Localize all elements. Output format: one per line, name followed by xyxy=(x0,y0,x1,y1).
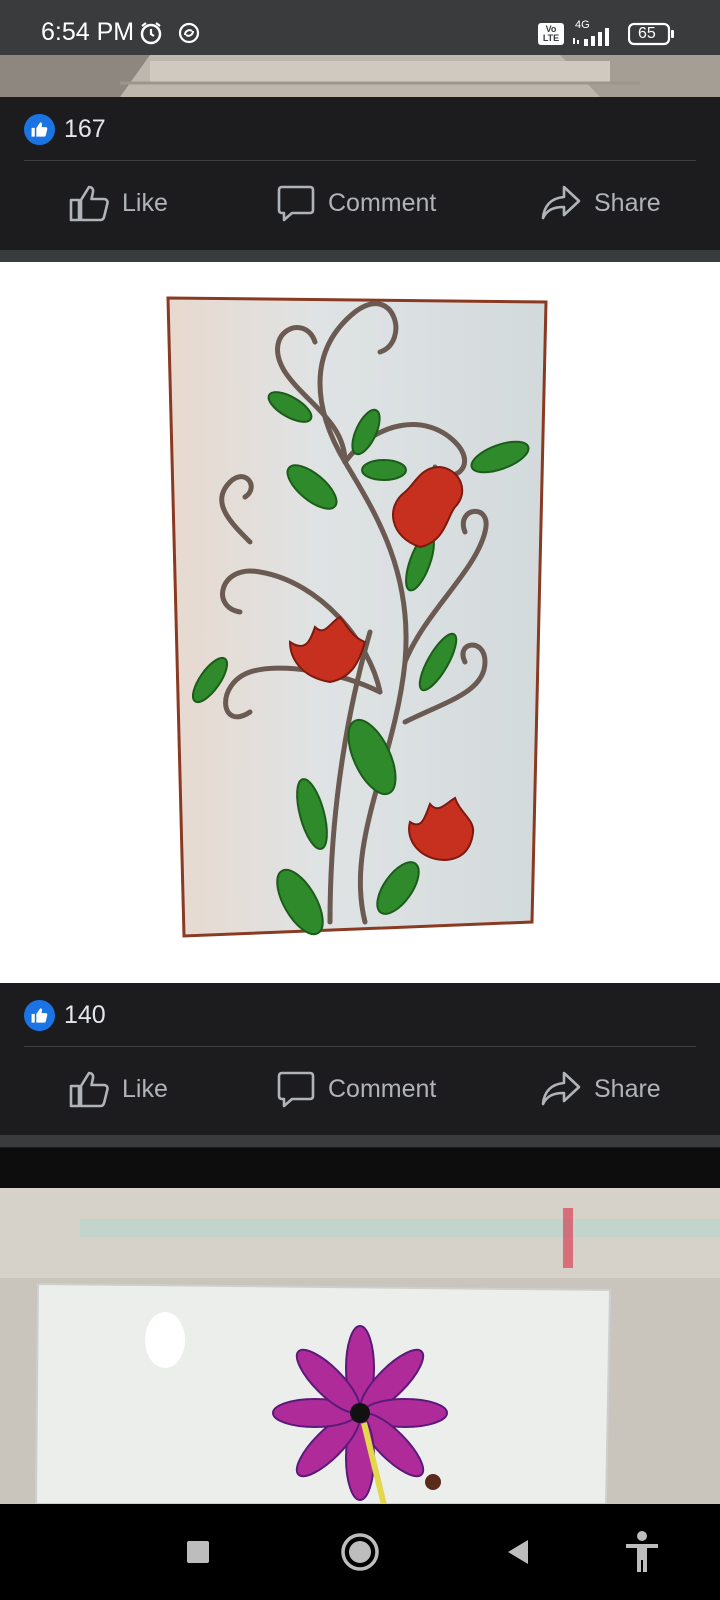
comment-button[interactable]: Comment xyxy=(276,183,436,223)
like-label: Like xyxy=(122,188,168,217)
reaction-count: 167 xyxy=(64,114,106,143)
post-separator xyxy=(0,1135,720,1147)
divider xyxy=(24,160,696,161)
share-label: Share xyxy=(594,188,661,217)
post-photo-flower-panel[interactable] xyxy=(0,1148,720,1504)
like-label: Like xyxy=(122,1074,168,1103)
comment-label: Comment xyxy=(328,188,437,217)
like-button[interactable]: Like xyxy=(68,1069,168,1109)
comment-label: Comment xyxy=(328,1074,437,1103)
thumbs-up-icon xyxy=(69,1071,109,1108)
reaction-summary[interactable]: 167 xyxy=(24,113,106,145)
post-separator xyxy=(0,250,720,262)
share-arrow-icon xyxy=(541,185,581,220)
recents-square-icon[interactable] xyxy=(174,1528,222,1576)
share-arrow-icon xyxy=(541,1071,581,1106)
like-reaction-icon xyxy=(24,113,55,145)
home-circle-icon[interactable] xyxy=(336,1528,384,1576)
system-nav-bar xyxy=(0,1504,720,1600)
share-button[interactable]: Share xyxy=(540,183,661,223)
volte-label: Vo LTE xyxy=(542,24,560,43)
share-button[interactable]: Share xyxy=(540,1069,661,1109)
status-bar: 6:54 PM Vo LTE 4G 65 xyxy=(0,0,720,55)
alarm-icon xyxy=(138,20,164,51)
reaction-count: 140 xyxy=(64,1000,106,1029)
post-photo-glass-panel[interactable] xyxy=(0,262,720,983)
status-time: 6:54 PM xyxy=(41,18,135,46)
previous-post-photo[interactable] xyxy=(0,55,720,97)
like-button[interactable]: Like xyxy=(68,183,168,223)
divider xyxy=(24,1046,696,1047)
comment-button[interactable]: Comment xyxy=(276,1069,436,1109)
accessibility-icon[interactable] xyxy=(618,1528,666,1576)
sync-icon xyxy=(178,22,200,49)
volte-icon: Vo LTE xyxy=(538,23,564,45)
signal-4g-icon xyxy=(572,26,618,51)
post-footer: 167 Like Comment Share xyxy=(0,97,720,249)
comment-bubble-icon xyxy=(277,185,315,222)
like-reaction-icon xyxy=(24,999,55,1031)
comment-bubble-icon xyxy=(277,1071,315,1108)
battery-level: 65 xyxy=(638,25,656,42)
reaction-summary[interactable]: 140 xyxy=(24,999,106,1031)
post-footer: 140 Like Comment Share xyxy=(0,983,720,1135)
battery-icon: 65 xyxy=(627,22,676,51)
thumbs-up-icon xyxy=(69,185,109,222)
share-label: Share xyxy=(594,1074,661,1103)
back-triangle-icon[interactable] xyxy=(494,1528,542,1576)
